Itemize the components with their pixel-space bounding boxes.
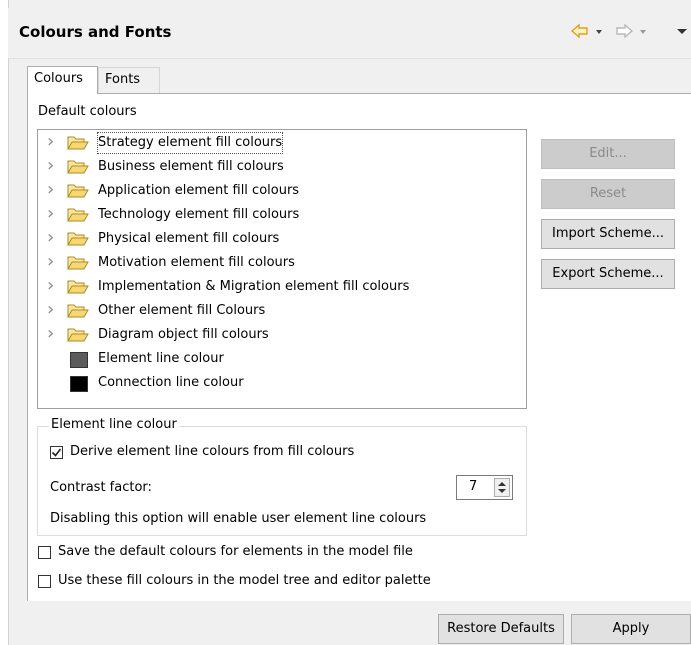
tab-colours[interactable]: Colours	[27, 66, 98, 94]
folder-icon	[67, 328, 89, 342]
spinner-buttons[interactable]	[494, 478, 510, 497]
contrast-factor-label: Contrast factor:	[50, 480, 152, 495]
tree-item-label: Implementation & Migration element fill …	[98, 279, 410, 294]
save-default-colours-checkbox[interactable]	[38, 546, 51, 559]
folder-icon	[67, 136, 89, 150]
folder-icon	[67, 304, 89, 318]
back-arrow-icon[interactable]	[570, 22, 590, 42]
colour-swatch	[70, 352, 88, 368]
header-divider	[8, 58, 691, 59]
tree-item-label: Diagram object fill colours	[98, 327, 269, 342]
import-scheme-button[interactable]: Import Scheme...	[541, 219, 675, 249]
reset-button[interactable]: Reset	[541, 179, 675, 209]
tree-item-label: Motivation element fill colours	[98, 255, 295, 270]
view-menu-icon[interactable]	[676, 22, 688, 42]
forward-dropdown-icon[interactable]	[638, 22, 648, 42]
expand-chevron-icon[interactable]: ›	[47, 131, 54, 153]
page-title: Colours and Fonts	[19, 23, 172, 41]
use-fill-colours-checkbox[interactable]	[38, 575, 51, 588]
expand-chevron-icon[interactable]: ›	[47, 251, 54, 273]
element-line-group-legend: Element line colour	[49, 417, 179, 432]
spin-down-icon[interactable]	[498, 489, 506, 493]
edit-button[interactable]: Edit...	[541, 139, 675, 169]
tree-item-label: Physical element fill colours	[98, 231, 280, 246]
tree-item-label: Strategy element fill colours	[97, 132, 284, 154]
tree-item-label: Business element fill colours	[98, 159, 284, 174]
folder-icon	[67, 184, 89, 198]
expand-chevron-icon[interactable]: ›	[47, 323, 54, 345]
checkmark-icon	[51, 448, 62, 457]
colour-swatch	[70, 376, 88, 392]
tree-item-label: Connection line colour	[98, 375, 244, 390]
line-colour-note: Disabling this option will enable user e…	[50, 511, 427, 526]
back-dropdown-icon[interactable]	[594, 22, 604, 42]
folder-icon	[67, 160, 89, 174]
colours-tree[interactable]: › Strategy element fill colours › Business …	[37, 129, 527, 409]
export-scheme-button[interactable]: Export Scheme...	[541, 259, 675, 289]
folder-icon	[67, 208, 89, 222]
expand-chevron-icon[interactable]: ›	[47, 179, 54, 201]
expand-chevron-icon[interactable]: ›	[47, 275, 54, 297]
folder-icon	[67, 280, 89, 294]
save-default-colours-label: Save the default colours for elements in…	[58, 544, 413, 559]
folder-icon	[67, 232, 89, 246]
contrast-factor-spinner[interactable]: 7	[456, 475, 513, 500]
expand-chevron-icon[interactable]: ›	[47, 299, 54, 321]
expand-chevron-icon[interactable]: ›	[47, 227, 54, 249]
forward-arrow-icon[interactable]	[614, 22, 634, 42]
tree-item-label: Element line colour	[98, 351, 224, 366]
folder-icon	[67, 256, 89, 270]
derive-line-colours-checkbox[interactable]	[50, 446, 63, 459]
spin-up-icon[interactable]	[498, 482, 506, 486]
contrast-factor-value[interactable]: 7	[469, 479, 477, 494]
expand-chevron-icon[interactable]: ›	[47, 155, 54, 177]
use-fill-colours-label: Use these fill colours in the model tree…	[58, 573, 431, 588]
tree-item-label: Application element fill colours	[98, 183, 300, 198]
restore-defaults-button[interactable]: Restore Defaults	[438, 614, 564, 644]
default-colours-label: Default colours	[38, 104, 137, 119]
expand-chevron-icon[interactable]: ›	[47, 203, 54, 225]
tree-item-label: Technology element fill colours	[98, 207, 300, 222]
tree-item-label: Other element fill Colours	[98, 303, 266, 318]
apply-button[interactable]: Apply	[571, 614, 691, 644]
derive-line-colours-label: Derive element line colours from fill co…	[70, 444, 355, 459]
tab-fonts[interactable]: Fonts	[98, 67, 160, 93]
